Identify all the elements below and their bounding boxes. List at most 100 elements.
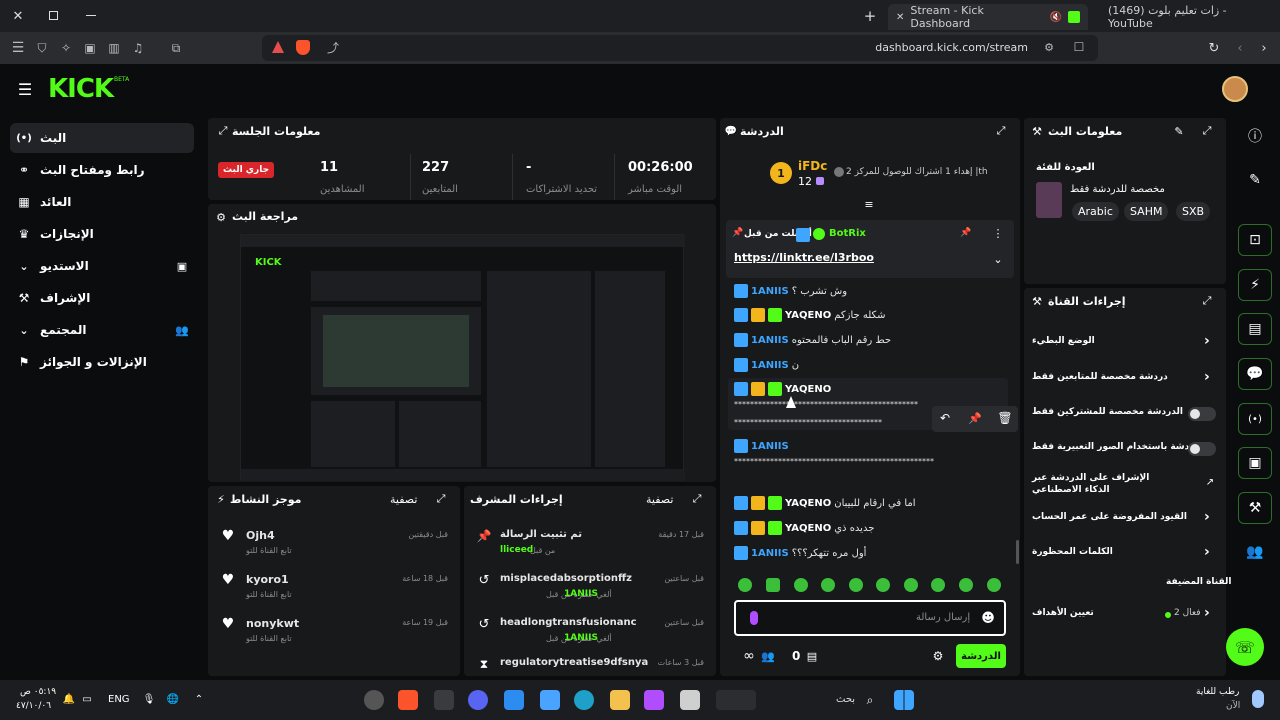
- emote-icon[interactable]: [904, 578, 918, 592]
- weather-icon[interactable]: [1252, 690, 1264, 708]
- feed-user[interactable]: Ojh4: [246, 529, 275, 542]
- back-icon[interactable]: ›: [1256, 40, 1272, 56]
- taskbar-app-icon[interactable]: [504, 690, 524, 710]
- emote-icon[interactable]: [766, 578, 780, 592]
- action-row[interactable]: الدردشة مخصصة للمشتركين فقط: [1028, 403, 1222, 425]
- emote-icon[interactable]: [821, 578, 835, 592]
- tag-chip[interactable]: SXB: [1176, 202, 1211, 221]
- emote-icon[interactable]: [794, 578, 808, 592]
- sidebar-item-moderation[interactable]: ⚒ الإشراف: [10, 283, 194, 313]
- chat-message[interactable]: YAQENO اما في ارقام للبيبان: [734, 494, 916, 512]
- action-row[interactable]: الدردشة باستخدام الصور التعبيرية فقط: [1028, 438, 1222, 460]
- scan-icon[interactable]: ⊡: [1238, 224, 1272, 256]
- emote-icon[interactable]: [849, 578, 863, 592]
- send-chat-button[interactable]: الدردشة: [956, 644, 1006, 668]
- expand-icon[interactable]: ⤢: [1200, 294, 1214, 308]
- support-chat-button[interactable]: ☏: [1226, 628, 1264, 666]
- share-icon[interactable]: ⤴: [326, 40, 340, 55]
- pinned-user[interactable]: BotRix: [829, 228, 866, 239]
- address-bar[interactable]: ⤴ dashboard.kick.com/stream ⚙ ☐: [262, 35, 1098, 61]
- reply-icon[interactable]: ↶: [938, 411, 952, 425]
- bookmark-icon[interactable]: ☐: [1072, 40, 1086, 54]
- chat-message[interactable]: 1ANIIS ن: [734, 356, 799, 374]
- mod-action-title[interactable]: regulatorytreatise9dfsnya: [500, 657, 648, 668]
- avatar[interactable]: [1222, 76, 1248, 102]
- pinned-link[interactable]: https://linktr.ee/l3rboo: [734, 251, 874, 264]
- discord-icon[interactable]: [468, 690, 488, 710]
- sidebar-item-community[interactable]: ⌄ المجتمع 👥: [10, 315, 194, 345]
- document-icon[interactable]: ▤: [1238, 313, 1272, 345]
- tab-kick-dashboard[interactable]: ✕ Stream - Kick Dashboard 🔇: [888, 4, 1088, 30]
- expand-icon[interactable]: ⤢: [690, 492, 704, 506]
- chat-message[interactable]: YAQENO شكله جازكم: [734, 306, 885, 324]
- reload-icon[interactable]: ↻: [1206, 40, 1222, 56]
- edge-icon[interactable]: [574, 690, 594, 710]
- forward-icon[interactable]: ‹: [1232, 40, 1248, 56]
- collapse-icon[interactable]: ≡: [862, 198, 876, 211]
- expand-icon[interactable]: ⤢: [994, 124, 1008, 138]
- unpin-icon[interactable]: 📌: [960, 227, 972, 239]
- language-indicator[interactable]: ENG: [108, 694, 130, 705]
- new-tab-icon[interactable]: +: [862, 7, 878, 25]
- emoji-icon[interactable]: ☻: [980, 610, 996, 626]
- mod-action-title[interactable]: headlongtransfusionanc: [500, 617, 637, 628]
- chat-settings-icon[interactable]: ⚙: [930, 648, 946, 664]
- chat-username[interactable]: 1ANIIS: [751, 286, 789, 297]
- restore-window-icon[interactable]: [49, 11, 58, 20]
- broadcast-icon[interactable]: (•): [1238, 403, 1272, 435]
- tag-chip[interactable]: Arabic: [1072, 202, 1119, 221]
- category-link[interactable]: العودة للفئة: [1036, 162, 1095, 173]
- mic-icon[interactable]: [750, 611, 758, 625]
- chat-message[interactable]: 1ANIIS أول مره تتهكر؟؟؟: [734, 544, 866, 562]
- stream-preview-video[interactable]: KICK: [240, 234, 685, 481]
- mod-action-title[interactable]: misplacedabsorptionffz: [500, 573, 632, 584]
- gifter-name[interactable]: iFDc: [798, 159, 827, 173]
- emote-only-toggle[interactable]: [1188, 442, 1216, 456]
- emote-icon[interactable]: [738, 578, 752, 592]
- store-icon[interactable]: [540, 690, 560, 710]
- brave-shields-icon[interactable]: [296, 40, 310, 55]
- taskbar-app-icon[interactable]: [644, 690, 664, 710]
- close-tab-icon[interactable]: ✕: [896, 12, 904, 23]
- action-row[interactable]: دردشة مخصصة للمتابعين فقط ›: [1028, 368, 1222, 390]
- users-icon[interactable]: 👥: [760, 648, 776, 664]
- chat-username[interactable]: 1ANIIS: [751, 360, 789, 371]
- lightning-icon[interactable]: ⚡: [1238, 269, 1272, 301]
- chat-username[interactable]: YAQENO: [785, 498, 831, 509]
- tab-youtube[interactable]: (1469) زات تعليم بلوت - YouTube: [1100, 4, 1280, 30]
- sidebar-item-revenue[interactable]: ▦ العائد: [10, 187, 194, 217]
- windows-start-icon[interactable]: [894, 690, 914, 710]
- taskbar-app-icon[interactable]: [434, 690, 454, 710]
- hamburger-icon[interactable]: ☰: [16, 80, 34, 99]
- extensions-icon[interactable]: ✧: [58, 40, 74, 56]
- taskbar-app-icon[interactable]: [364, 690, 384, 710]
- filter-button[interactable]: تصفية: [646, 493, 673, 506]
- chat-message[interactable]: 1ANIIS وش تشرب ؟: [734, 282, 847, 300]
- mod-action-by[interactable]: lliceed: [500, 545, 533, 555]
- expand-icon[interactable]: ⤢: [434, 492, 448, 506]
- more-icon[interactable]: ⋮: [992, 227, 1004, 240]
- action-row[interactable]: الإشراف على الدردشة عبر الذكاء الاصطناعي…: [1028, 470, 1222, 498]
- video-icon[interactable]: ▣: [1238, 447, 1272, 479]
- sidebar-item-stream[interactable]: (•) البث: [10, 123, 194, 153]
- mod-action-by[interactable]: 1ANIIS: [564, 633, 598, 643]
- chat-input[interactable]: إرسال رسالة ☻: [734, 600, 1006, 636]
- sidebar-toggle-icon[interactable]: ▥: [106, 40, 122, 56]
- expand-icon[interactable]: ⤢: [216, 124, 230, 138]
- mod-action-by[interactable]: 1ANIIS: [564, 589, 598, 599]
- chat-username[interactable]: YAQENO: [785, 523, 831, 534]
- users-icon[interactable]: 👥: [1238, 536, 1272, 568]
- tag-chip[interactable]: SAHM: [1124, 202, 1169, 221]
- chat-username[interactable]: 1ANIIS: [751, 335, 789, 346]
- action-row[interactable]: الكلمات المحظورة ›: [1028, 543, 1222, 565]
- chevron-up-icon[interactable]: ⌃: [192, 692, 206, 706]
- store-icon[interactable]: ▤: [804, 648, 820, 664]
- taskbar-time[interactable]: ٠٥:١٩ ص: [20, 687, 56, 697]
- chat-scrollbar[interactable]: [1016, 540, 1019, 564]
- feed-user[interactable]: kyoro1: [246, 573, 289, 586]
- emote-icon[interactable]: [876, 578, 890, 592]
- action-row[interactable]: تعيين الأهداف فعال 2 ›: [1028, 604, 1222, 626]
- shield-icon[interactable]: ⛉: [34, 40, 50, 56]
- info-icon[interactable]: ⓘ: [1238, 120, 1272, 152]
- taskbar-app-icon[interactable]: [716, 690, 756, 710]
